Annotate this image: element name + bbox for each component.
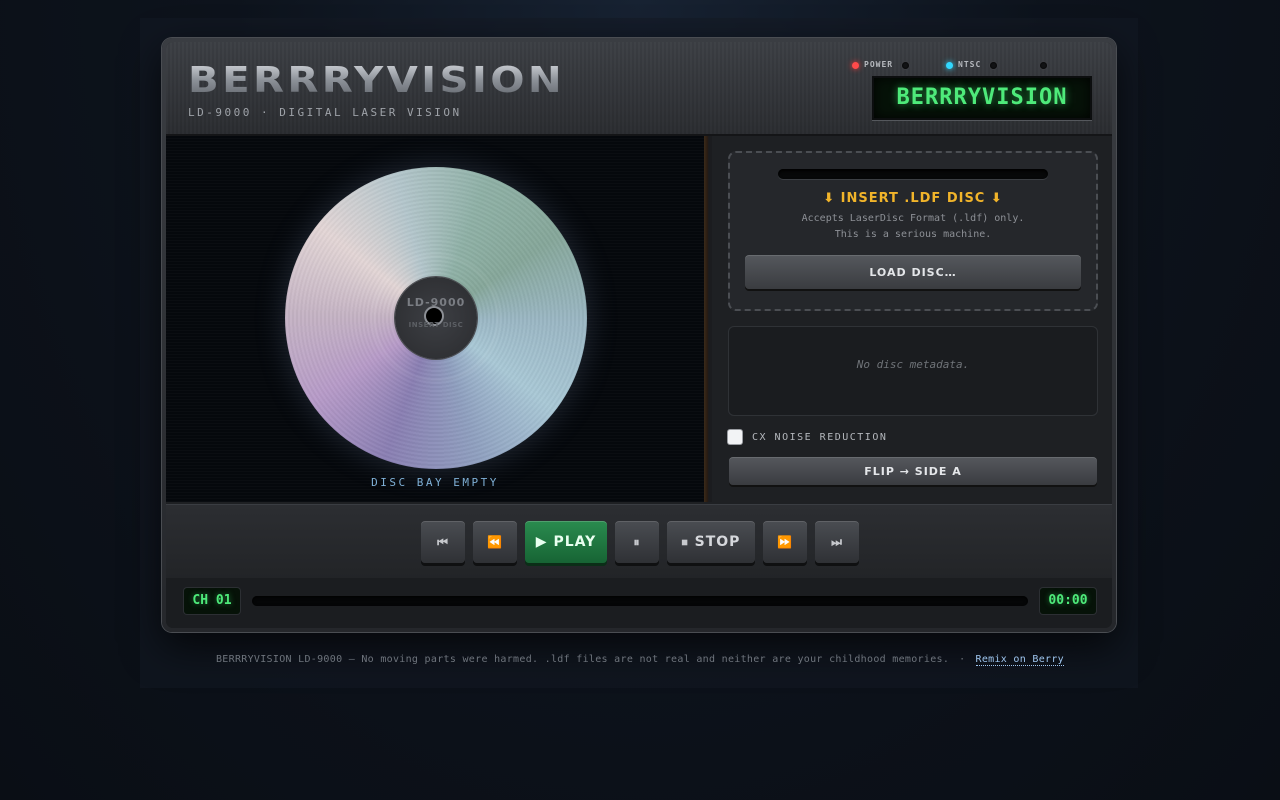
deck-header: BERRRYVISION LD-9000 · DIGITAL LASER VIS… [166, 42, 1112, 136]
metadata-empty-text: No disc metadata. [856, 358, 970, 371]
ntsc-led-label: NTSC [958, 60, 982, 69]
brand-logo: BERRRYVISION [188, 60, 566, 101]
play-icon: ▶ [535, 534, 548, 550]
remix-link[interactable]: Remix on Berry [975, 654, 1064, 666]
stop-icon: ⏹ [681, 534, 689, 549]
stop-button[interactable]: ⏹ STOP [667, 521, 755, 563]
chapter-display: CH 01 [184, 588, 240, 614]
disc-metadata-panel: No disc metadata. [728, 326, 1098, 416]
skip-forward-icon: ⏭ [831, 534, 843, 549]
pause-icon: ⏸ [633, 534, 641, 549]
model-line: LD-9000 · DIGITAL LASER VISION [188, 106, 462, 119]
disc-drop-zone[interactable]: ⬇ INSERT .LDF DISC ⬇ Accepts LaserDisc F… [728, 151, 1098, 311]
cx-noise-reduction-label[interactable]: CX NOISE REDUCTION [752, 432, 887, 443]
transport-controls: ⏮ ⏪ ▶ PLAY ⏸ ⏹ STOP ⏩ ⏭ [166, 504, 1112, 579]
footer-text: BERRRYVISION LD-9000 — No moving parts w… [215, 654, 950, 665]
aux-led-icon [990, 62, 997, 69]
fast-forward-button[interactable]: ⏩ [763, 521, 807, 563]
indicator-leds: POWER NTSC [852, 60, 1062, 74]
skip-forward-button[interactable]: ⏭ [815, 521, 859, 563]
stop-label: STOP [694, 534, 741, 550]
deck-inner: BERRRYVISION LD-9000 · DIGITAL LASER VIS… [166, 42, 1112, 628]
power-led-label: POWER [864, 60, 894, 69]
drop-desc-line-2: This is a serious machine. [834, 229, 992, 240]
drop-desc-line-1: Accepts LaserDisc Format (.ldf) only. [801, 213, 1025, 224]
load-disc-button[interactable]: LOAD DISC… [745, 255, 1081, 289]
rewind-button[interactable]: ⏪ [473, 521, 517, 563]
power-led-icon [852, 62, 859, 69]
skip-back-button[interactable]: ⏮ [421, 521, 465, 563]
aux-led-icon [902, 62, 909, 69]
timecode-display: 00:00 [1040, 588, 1096, 614]
footer: BERRRYVISION LD-9000 — No moving parts w… [0, 654, 1280, 666]
pause-button[interactable]: ⏸ [615, 521, 659, 563]
fast-forward-icon: ⏩ [777, 535, 793, 549]
hub-sub-label: INSERT DISC [408, 321, 464, 329]
status-bar: CH 01 00:00 [166, 578, 1112, 628]
play-label: PLAY [553, 534, 597, 550]
drop-title: ⬇ INSERT .LDF DISC ⬇ [823, 191, 1003, 206]
disc-slot [778, 169, 1048, 179]
lcd-display: BERRRYVISION [872, 76, 1092, 120]
hub-model-label: LD-9000 [406, 296, 466, 309]
disc-bay-status: DISC BAY EMPTY [371, 476, 499, 489]
control-panel: ⬇ INSERT .LDF DISC ⬇ Accepts LaserDisc F… [712, 136, 1112, 502]
panel-divider [704, 136, 712, 502]
ntsc-led-icon [946, 62, 953, 69]
laserdisc-icon: LD-9000 INSERT DISC [285, 167, 587, 469]
progress-bar[interactable] [252, 596, 1028, 606]
cx-noise-reduction-checkbox[interactable] [728, 430, 742, 444]
play-button[interactable]: ▶ PLAY [525, 521, 607, 563]
flip-side-button[interactable]: FLIP → SIDE A [729, 457, 1097, 485]
video-screen: LD-9000 INSERT DISC DISC BAY EMPTY [166, 136, 704, 502]
rewind-icon: ⏪ [487, 535, 503, 549]
disc-hub: LD-9000 INSERT DISC [395, 277, 477, 359]
footer-separator: · [959, 654, 966, 665]
skip-back-icon: ⏮ [437, 534, 449, 549]
aux-led-icon [1040, 62, 1047, 69]
player-deck: BERRRYVISION LD-9000 · DIGITAL LASER VIS… [162, 38, 1116, 632]
